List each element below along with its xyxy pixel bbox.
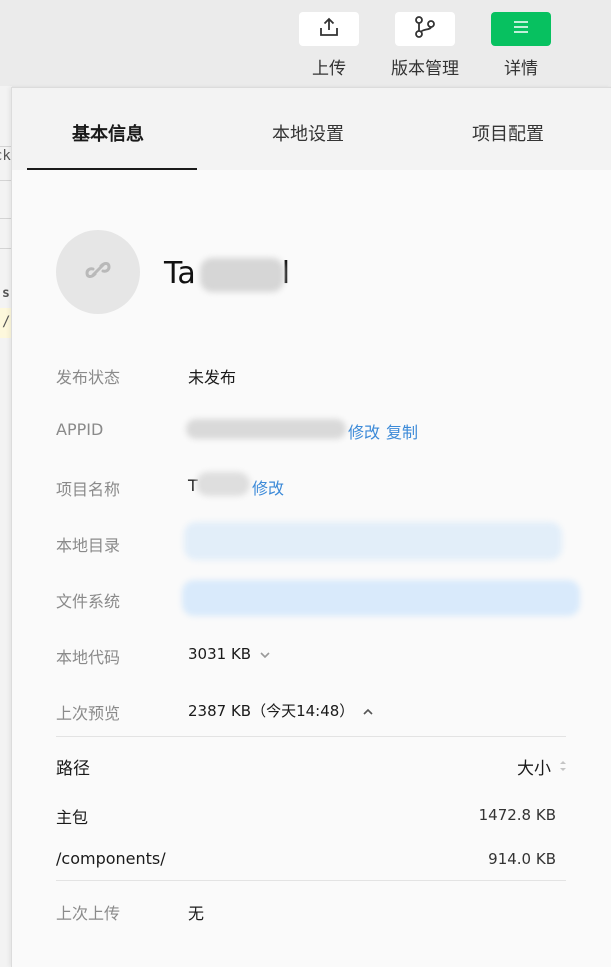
upload-label: 上传 bbox=[312, 59, 346, 79]
detail-button-box[interactable] bbox=[491, 12, 551, 46]
redacted-project-name bbox=[196, 472, 250, 496]
last-preview-label: 上次预览 bbox=[56, 704, 121, 723]
local-dir-label: 本地目录 bbox=[56, 536, 121, 555]
redacted-local-dir bbox=[184, 522, 562, 560]
upload-icon bbox=[318, 16, 340, 42]
editor-fragment: s bbox=[2, 286, 10, 301]
editor-fragment: ck bbox=[0, 148, 11, 164]
link-icon bbox=[81, 253, 115, 291]
redacted-appid bbox=[186, 419, 346, 439]
package-path-header: 路径 bbox=[56, 759, 90, 779]
local-code-value: 3031 KB bbox=[188, 644, 252, 663]
package-row-size: 914.0 KB bbox=[488, 850, 556, 868]
top-toolbar: 上传 版本管理 详情 bbox=[0, 0, 611, 86]
tab-basic-info[interactable]: 基本信息 bbox=[72, 120, 144, 146]
last-upload-value: 无 bbox=[188, 904, 205, 923]
detail-label: 详情 bbox=[504, 59, 538, 79]
publish-status-label: 发布状态 bbox=[56, 368, 121, 387]
project-avatar bbox=[56, 230, 140, 314]
tab-bar: 基本信息 本地设置 项目配置 bbox=[12, 88, 611, 170]
project-title-start: Ta bbox=[164, 256, 196, 291]
package-row-size: 1472.8 KB bbox=[478, 806, 556, 824]
detail-panel: 基本信息 本地设置 项目配置 Ta l 发布状态 未发布 APPID 修改 复制 … bbox=[11, 87, 611, 967]
menu-icon bbox=[512, 19, 530, 39]
sort-icon[interactable] bbox=[559, 758, 567, 777]
table-divider-bottom bbox=[56, 880, 566, 881]
publish-status-value: 未发布 bbox=[188, 368, 237, 387]
last-preview-row[interactable]: 2387 KB（今天14:48） bbox=[188, 700, 374, 721]
active-tab-underline bbox=[27, 168, 197, 170]
local-code-row[interactable]: 3031 KB bbox=[188, 644, 271, 663]
local-code-label: 本地代码 bbox=[56, 648, 121, 667]
detail-button[interactable]: 详情 bbox=[490, 12, 552, 79]
package-row-path: /components/ bbox=[56, 849, 166, 868]
last-preview-value: 2387 KB（今天14:48） bbox=[188, 702, 355, 720]
upload-button-box[interactable] bbox=[299, 12, 359, 46]
package-size-header[interactable]: 大小 bbox=[517, 754, 551, 779]
redacted-file-system bbox=[182, 580, 580, 616]
version-label: 版本管理 bbox=[391, 59, 459, 79]
chevron-down-icon[interactable] bbox=[259, 644, 271, 663]
chevron-up-icon[interactable] bbox=[362, 701, 374, 720]
version-button-box[interactable] bbox=[395, 12, 455, 46]
version-management-button[interactable]: 版本管理 bbox=[391, 12, 459, 79]
project-name-edit-link[interactable]: 修改 bbox=[252, 475, 284, 499]
upload-button[interactable]: 上传 bbox=[298, 12, 360, 79]
branch-icon bbox=[413, 15, 437, 43]
project-name-label: 项目名称 bbox=[56, 480, 121, 499]
tab-local-settings[interactable]: 本地设置 bbox=[272, 120, 344, 146]
tab-project-config[interactable]: 项目配置 bbox=[472, 120, 544, 146]
file-system-label: 文件系统 bbox=[56, 592, 121, 611]
last-upload-label: 上次上传 bbox=[56, 904, 121, 923]
editor-fragment: / bbox=[2, 314, 11, 330]
appid-label: APPID bbox=[56, 420, 104, 439]
redacted-title bbox=[200, 258, 284, 292]
appid-edit-link[interactable]: 修改 bbox=[348, 419, 380, 443]
package-row-path: 主包 bbox=[56, 808, 89, 827]
appid-copy-link[interactable]: 复制 bbox=[386, 419, 418, 443]
table-divider-top bbox=[56, 736, 566, 737]
